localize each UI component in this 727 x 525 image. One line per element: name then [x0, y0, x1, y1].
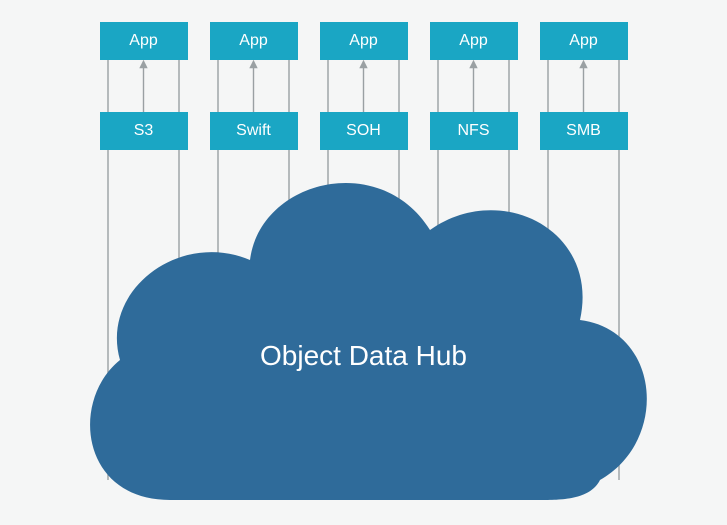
app-box: App	[210, 22, 298, 60]
app-label: App	[129, 32, 157, 50]
protocol-box-swift: Swift	[210, 112, 298, 150]
protocols-row: S3 Swift SOH NFS SMB	[0, 112, 727, 150]
cloud-label: Object Data Hub	[0, 340, 727, 372]
app-label: App	[459, 32, 487, 50]
architecture-diagram: App App App App App S3 Swift SOH NFS SMB…	[0, 0, 727, 520]
app-label: App	[569, 32, 597, 50]
app-label: App	[349, 32, 377, 50]
app-box: App	[100, 22, 188, 60]
cloud-hub: Object Data Hub	[0, 0, 727, 520]
app-label: App	[239, 32, 267, 50]
protocol-label: SMB	[566, 122, 601, 140]
connector-lines	[0, 0, 727, 520]
protocol-box-nfs: NFS	[430, 112, 518, 150]
protocol-label: SOH	[346, 122, 381, 140]
apps-row: App App App App App	[0, 22, 727, 60]
protocol-label: S3	[134, 122, 154, 140]
protocol-box-soh: SOH	[320, 112, 408, 150]
protocol-box-smb: SMB	[540, 112, 628, 150]
app-box: App	[320, 22, 408, 60]
app-box: App	[430, 22, 518, 60]
protocol-label: Swift	[236, 122, 271, 140]
cloud-icon	[0, 0, 727, 520]
protocol-label: NFS	[458, 122, 490, 140]
protocol-box-s3: S3	[100, 112, 188, 150]
app-box: App	[540, 22, 628, 60]
